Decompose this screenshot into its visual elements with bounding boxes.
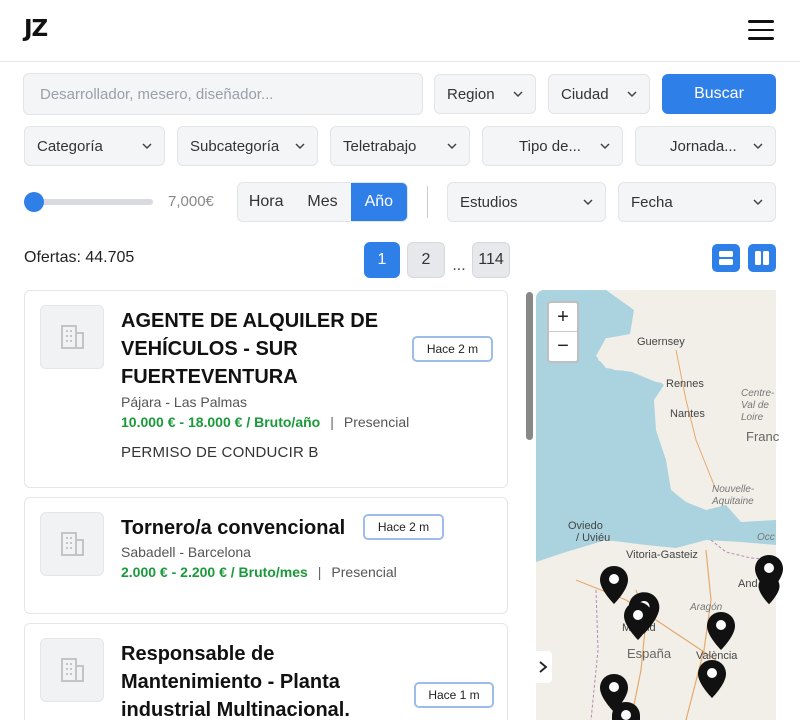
- fecha-label: Fecha: [631, 193, 673, 211]
- list-view-icon[interactable]: [712, 244, 740, 272]
- map-label-nantes: Nantes: [670, 408, 705, 420]
- top-header: JZ: [0, 0, 800, 62]
- ciudad-select[interactable]: Ciudad: [548, 74, 650, 114]
- job-location: Sabadell - Barcelona: [121, 544, 251, 560]
- site-logo[interactable]: JZ: [24, 16, 48, 42]
- map-pin-icon[interactable]: [757, 570, 781, 610]
- job-title[interactable]: Tornero/a convencional: [121, 514, 345, 542]
- ciudad-select-label: Ciudad: [561, 85, 609, 103]
- map-pin-icon[interactable]: [622, 600, 654, 642]
- zoom-in-button[interactable]: +: [549, 303, 577, 332]
- categoria-select[interactable]: Categoría: [24, 126, 165, 166]
- job-salary: 2.000 € - 2.200 € / Bruto/mes: [121, 564, 308, 580]
- job-mode: Presencial: [343, 414, 410, 430]
- map-label-centre: Centre-: [741, 388, 775, 399]
- map-label-espana: España: [627, 646, 672, 661]
- chevron-down-icon: [142, 141, 152, 151]
- tipo-label: Tipo de...: [519, 137, 581, 155]
- divider: [427, 186, 428, 218]
- estudios-label: Estudios: [460, 193, 518, 211]
- map-label-loire: Loire: [741, 412, 764, 423]
- tipo-select[interactable]: Tipo de...: [482, 126, 623, 166]
- chevron-down-icon: [600, 141, 610, 151]
- map-zoom-control: + −: [547, 301, 579, 363]
- chevron-down-icon: [295, 141, 305, 151]
- teletrabajo-label: Teletrabajo: [343, 137, 417, 155]
- job-title[interactable]: Responsable de Mantenimiento - Planta in…: [121, 640, 350, 720]
- map-label-occ: Occ: [757, 532, 775, 543]
- jornada-label: Jornada...: [670, 137, 737, 155]
- chevron-down-icon: [513, 89, 523, 99]
- categoria-label: Categoría: [37, 137, 103, 155]
- map-label-uvieu: / Uviéu: [576, 532, 611, 544]
- job-card[interactable]: AGENTE DE ALQUILER DE VEHÍCULOS - SUR FU…: [24, 290, 508, 488]
- period-mes[interactable]: Mes: [294, 183, 350, 221]
- fecha-select[interactable]: Fecha: [618, 182, 776, 222]
- chevron-down-icon: [627, 89, 637, 99]
- buscar-button[interactable]: Buscar: [662, 74, 776, 114]
- split-view-icon[interactable]: [748, 244, 776, 272]
- job-salary-line: 10.000 € - 18.000 € / Bruto/año | Presenci…: [121, 414, 409, 430]
- posted-time-badge: Hace 1 m: [414, 682, 494, 708]
- map-pin-icon[interactable]: [705, 610, 737, 652]
- posted-time-badge: Hace 2 m: [412, 336, 493, 362]
- search-field[interactable]: [23, 73, 423, 115]
- job-salary: 10.000 € - 18.000 € / Bruto/año: [121, 414, 321, 430]
- job-location: Pájara - Las Palmas: [121, 394, 248, 410]
- job-title[interactable]: AGENTE DE ALQUILER DE VEHÍCULOS - SUR FU…: [121, 307, 378, 391]
- period-ano[interactable]: Año: [350, 183, 407, 221]
- map-pin-icon[interactable]: [610, 700, 642, 720]
- job-description: PERMISO DE CONDUCIR B: [121, 444, 319, 461]
- page-button-114[interactable]: 114: [472, 242, 510, 278]
- job-card[interactable]: Responsable de Mantenimiento - Planta in…: [24, 623, 508, 720]
- estudios-select[interactable]: Estudios: [447, 182, 606, 222]
- page-button-1[interactable]: 1: [364, 242, 400, 278]
- search-input[interactable]: [40, 85, 406, 103]
- map-pin-icon[interactable]: [696, 658, 728, 700]
- offers-count: Ofertas: 44.705: [24, 249, 135, 266]
- job-salary-line: 2.000 € - 2.200 € / Bruto/mes | Presencial: [121, 564, 397, 580]
- page-ellipsis: ...: [452, 257, 466, 274]
- chevron-down-icon: [447, 141, 457, 151]
- map-label-guernsey: Guernsey: [637, 336, 685, 348]
- map-label-nouvelle: Nouvelle-: [712, 484, 755, 495]
- teletrabajo-select[interactable]: Teletrabajo: [330, 126, 470, 166]
- separator: |: [317, 564, 322, 580]
- salary-slider-value: 7,000€: [168, 193, 214, 210]
- map-label-vitoria: Vitoria-Gasteiz: [626, 549, 698, 561]
- zoom-out-button[interactable]: −: [549, 332, 577, 361]
- map-label-france: Franc: [746, 429, 780, 444]
- hamburger-menu-icon[interactable]: [748, 20, 774, 42]
- list-scrollbar[interactable]: [526, 292, 533, 440]
- subcategoria-label: Subcategoría: [190, 137, 280, 155]
- building-icon: [40, 305, 104, 369]
- job-card[interactable]: Tornero/a convencional Hace 2 m Sabadell…: [24, 497, 508, 614]
- map-label-aquitaine: Aquitaine: [712, 496, 754, 507]
- period-hora[interactable]: Hora: [238, 183, 294, 221]
- posted-time-badge: Hace 2 m: [363, 514, 444, 540]
- separator: |: [330, 414, 334, 430]
- chevron-down-icon: [753, 197, 763, 207]
- map-collapse-chevron-icon[interactable]: [534, 651, 552, 683]
- chevron-down-icon: [583, 197, 593, 207]
- period-segmented-control: Hora Mes Año: [237, 182, 408, 222]
- map-label-rennes: Rennes: [666, 378, 704, 390]
- jornada-select[interactable]: Jornada...: [635, 126, 776, 166]
- building-icon: [40, 512, 104, 576]
- region-select[interactable]: Region: [434, 74, 536, 114]
- page-button-2[interactable]: 2: [407, 242, 445, 278]
- salary-slider-track[interactable]: [30, 199, 153, 205]
- chevron-down-icon: [753, 141, 763, 151]
- building-icon: [40, 638, 104, 702]
- subcategoria-select[interactable]: Subcategoría: [177, 126, 318, 166]
- map-label-oviedo: Oviedo: [568, 520, 603, 532]
- salary-slider-handle[interactable]: [24, 192, 44, 212]
- region-select-label: Region: [447, 85, 495, 103]
- job-mode: Presencial: [331, 564, 397, 580]
- map-label-vallee: Val de: [741, 400, 769, 411]
